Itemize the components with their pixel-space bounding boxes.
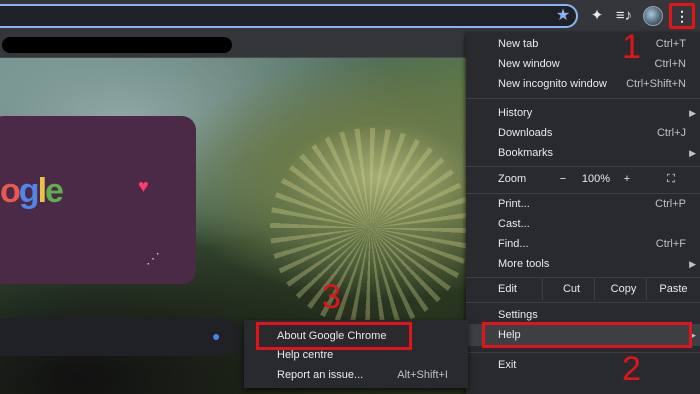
redacted-bookmark (2, 37, 232, 53)
menu-item-label: More tools (498, 258, 550, 270)
step-marker-2: 2 (622, 350, 641, 388)
menu-item-downloads[interactable]: Downloads Ctrl+J (466, 123, 700, 143)
pine-needles-image (270, 128, 470, 328)
edit-row: Edit Cut Copy Paste (466, 278, 700, 300)
menu-item-shortcut: Ctrl+J (656, 127, 686, 139)
menu-item-find[interactable]: Find... Ctrl+F (466, 234, 700, 254)
menu-item-label: New tab (498, 38, 539, 50)
menu-item-shortcut: Ctrl+Shift+N (626, 78, 686, 90)
cut-button[interactable]: Cut (542, 278, 600, 300)
menu-item-new-window[interactable]: New window Ctrl+N (466, 54, 700, 74)
microphone-icon[interactable]: ● (212, 328, 220, 344)
menu-separator (466, 302, 700, 303)
zoom-row: Zoom − 100% + ⛶ (466, 168, 700, 190)
menu-item-history[interactable]: History ▶ (466, 103, 700, 123)
submenu-item-report-issue[interactable]: Report an issue... Alt+Shift+I (244, 365, 468, 385)
menu-item-print[interactable]: Print... Ctrl+P (466, 194, 700, 214)
profile-avatar[interactable] (643, 6, 663, 26)
star-icon[interactable]: ★ (554, 7, 572, 25)
help-submenu: About Google Chrome Help centre Report a… (244, 320, 468, 388)
menu-item-label: Cast... (498, 218, 530, 230)
reading-list-icon[interactable]: ≡♪ (614, 6, 634, 26)
step-marker-3: 3 (322, 278, 341, 316)
menu-item-bookmarks[interactable]: Bookmarks ▶ (466, 143, 700, 163)
menu-item-label: Bookmarks (498, 147, 554, 159)
menu-item-new-incognito[interactable]: New incognito window Ctrl+Shift+N (466, 74, 700, 94)
menu-separator (466, 352, 700, 353)
zoom-out-button[interactable]: − (556, 168, 570, 190)
menu-item-shortcut: Ctrl+F (655, 238, 686, 250)
heart-icon: ♥ (138, 176, 149, 196)
browser-toolbar: ★ ✦ ≡♪ ⋮ (0, 0, 700, 32)
submenu-arrow-icon: ▶ (689, 259, 696, 269)
more-menu-icon[interactable]: ⋮ (669, 3, 695, 29)
extensions-icon[interactable]: ✦ (587, 6, 607, 26)
google-doodle[interactable]: ogle ♥ ⋰ (0, 116, 196, 284)
chrome-main-menu: New tab Ctrl+T New window Ctrl+N New inc… (466, 32, 700, 394)
menu-item-shortcut: Ctrl+P (655, 198, 686, 210)
zoom-level: 100% (581, 173, 611, 185)
menu-item-shortcut: Ctrl+T (655, 38, 686, 50)
menu-item-label: Find... (498, 238, 529, 250)
menu-separator (466, 98, 700, 99)
menu-item-label: Exit (498, 359, 517, 371)
menu-item-label: Downloads (498, 127, 553, 139)
zoom-label: Zoom (498, 173, 527, 185)
menu-item-exit[interactable]: Exit (466, 355, 700, 375)
menu-item-cast[interactable]: Cast... (466, 214, 700, 234)
menu-separator (466, 166, 700, 167)
menu-item-label: Print... (498, 198, 530, 210)
submenu-arrow-icon: ▶ (689, 148, 696, 158)
doodle-art: ogle (0, 172, 64, 210)
submenu-item-help-centre[interactable]: Help centre (244, 345, 468, 365)
search-box[interactable] (0, 318, 242, 356)
submenu-item-label: Help centre (277, 349, 334, 361)
copy-button[interactable]: Copy (594, 278, 652, 300)
address-bar[interactable] (0, 4, 578, 28)
step-marker-1: 1 (622, 28, 641, 66)
zoom-in-button[interactable]: + (620, 168, 634, 190)
menu-item-label: History (498, 107, 533, 119)
fullscreen-icon[interactable]: ⛶ (664, 168, 678, 190)
menu-item-new-tab[interactable]: New tab Ctrl+T (466, 34, 700, 54)
edit-label: Edit (498, 283, 517, 295)
menu-item-more-tools[interactable]: More tools ▶ (466, 254, 700, 274)
menu-item-label: New incognito window (498, 78, 607, 90)
submenu-arrow-icon: ▶ (689, 108, 696, 118)
paste-button[interactable]: Paste (646, 278, 700, 300)
help-highlight-box (482, 322, 692, 348)
menu-item-shortcut: Ctrl+N (654, 58, 686, 70)
share-icon[interactable]: ⋰ (146, 250, 160, 267)
submenu-item-shortcut: Alt+Shift+I (397, 369, 448, 381)
menu-item-label: New window (498, 58, 560, 70)
submenu-item-label: Report an issue... (277, 369, 364, 381)
